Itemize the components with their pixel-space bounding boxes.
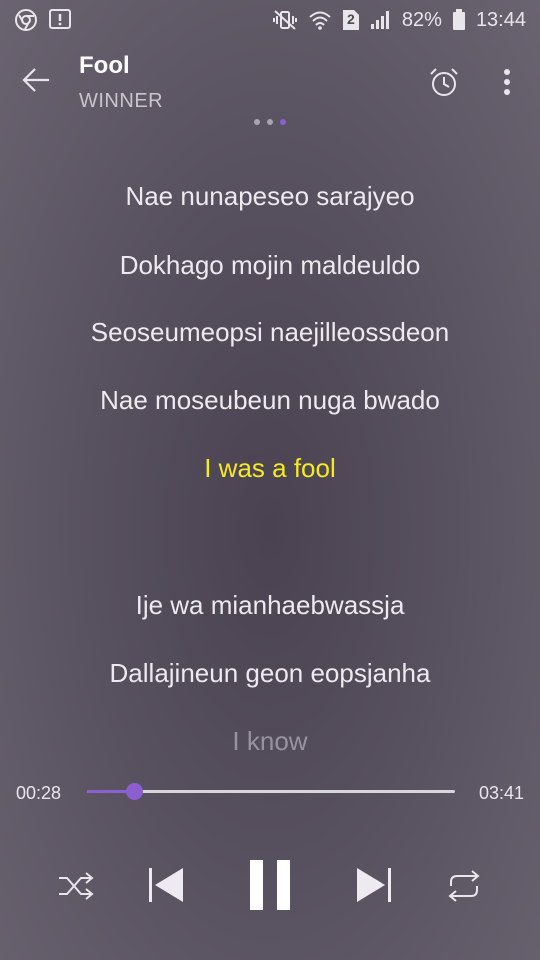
battery-percent: 82% (401, 8, 442, 31)
artist-name: WINNER (79, 90, 164, 112)
sleep-timer-button[interactable] (424, 62, 464, 102)
next-button[interactable] (350, 860, 400, 910)
back-arrow-icon (22, 68, 49, 92)
signal-icon (370, 10, 392, 30)
more-options-button[interactable] (492, 62, 522, 102)
battery-icon (452, 9, 466, 31)
previous-icon (149, 868, 183, 902)
seek-bar[interactable] (87, 783, 455, 800)
header: Fool WINNER (0, 44, 540, 124)
page-indicator (0, 119, 540, 125)
more-vert-icon (504, 69, 510, 95)
lyric-line[interactable]: Dokhago mojin maldeuldo (0, 250, 540, 281)
vibrate-mute-icon (272, 9, 298, 31)
lyric-line[interactable]: Nae moseubeun nuga bwado (0, 385, 540, 416)
lyric-line[interactable]: I know (0, 726, 540, 757)
repeat-button[interactable] (442, 866, 486, 906)
clock: 13:44 (475, 8, 526, 31)
page-dot[interactable] (254, 119, 260, 125)
back-button[interactable] (16, 60, 56, 100)
lyric-line[interactable]: Nae nunapeseo sarajyeo (0, 181, 540, 212)
pause-icon (250, 860, 290, 910)
repeat-icon (448, 870, 480, 902)
seek-bar-thumb[interactable] (125, 783, 143, 800)
wifi-icon (308, 9, 332, 31)
lyric-line-current[interactable]: I was a fool (0, 453, 540, 484)
sim-card-icon: 2 (342, 9, 360, 31)
page-dot[interactable] (267, 119, 273, 125)
playback-controls (0, 850, 540, 920)
shuffle-icon (59, 872, 94, 900)
alert-notification-icon (48, 8, 72, 32)
pause-button[interactable] (242, 856, 298, 914)
status-bar: 2 82% 13:44 (0, 0, 540, 40)
lyric-line[interactable]: Ije wa mianhaebwassja (0, 590, 540, 621)
alarm-clock-icon (430, 68, 458, 96)
lyric-line[interactable]: Dallajineun geon eopsjanha (0, 658, 540, 689)
current-time: 00:28 (16, 783, 62, 803)
chrome-notification-icon (14, 8, 38, 32)
shuffle-button[interactable] (54, 866, 98, 906)
previous-button[interactable] (140, 860, 190, 910)
page-dot-active[interactable] (280, 119, 286, 125)
next-icon (357, 868, 391, 902)
total-time: 03:41 (478, 783, 524, 803)
lyric-line[interactable]: Seoseumeopsi naejilleossdeon (0, 317, 540, 348)
song-title: Fool (79, 52, 130, 79)
